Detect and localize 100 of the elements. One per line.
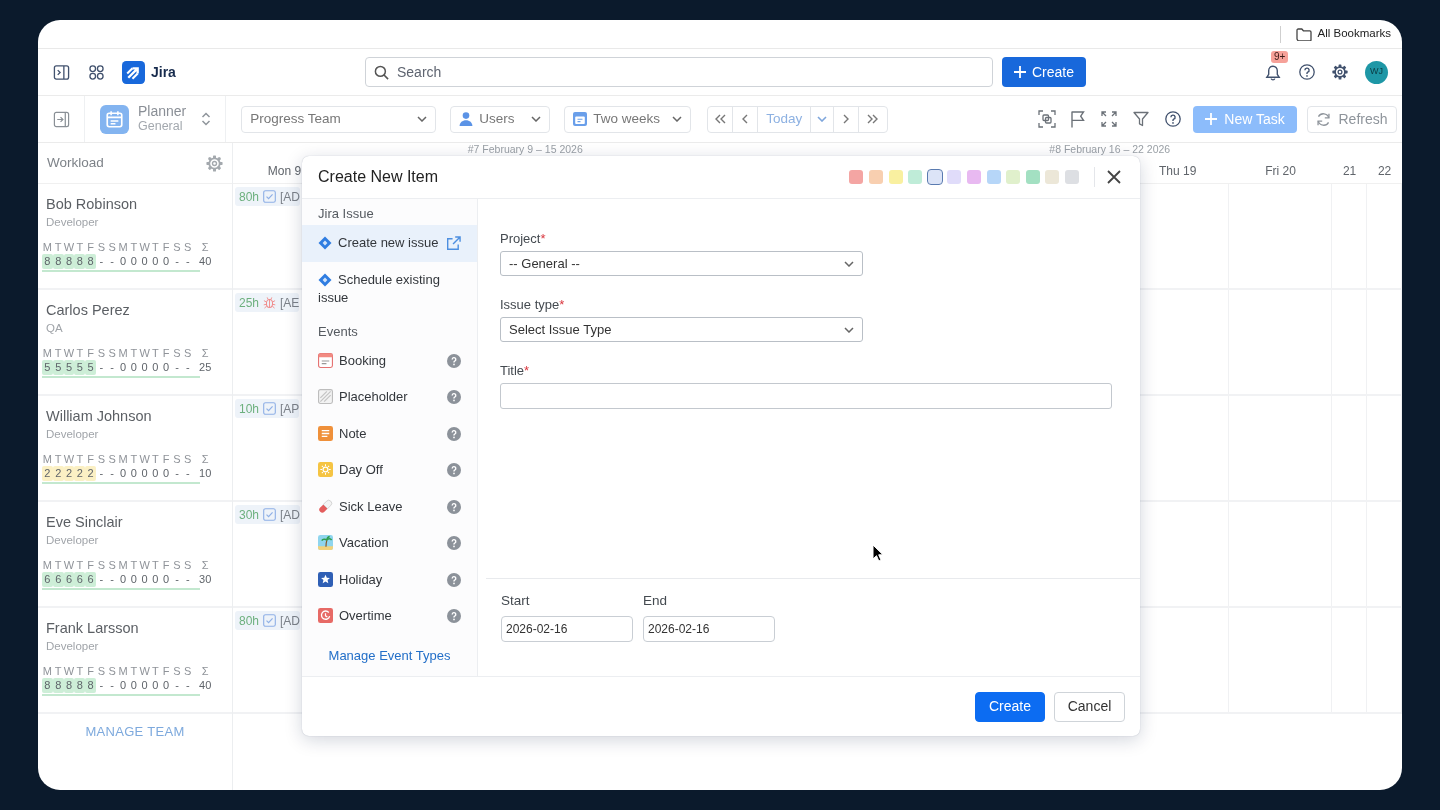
task-key: [AD	[280, 611, 301, 630]
date-field[interactable]: 2026-02-16	[643, 616, 775, 642]
person-name[interactable]: Frank Larsson	[46, 619, 228, 637]
dropdown-field[interactable]: Select Issue Type	[500, 317, 863, 342]
task-bar[interactable]: 30h [AD	[235, 505, 301, 524]
day-letter: S	[107, 453, 117, 466]
event-type-option[interactable]: Booking	[302, 342, 477, 379]
task-bar[interactable]: 25h [AE	[235, 293, 300, 312]
flag-icon[interactable]	[1070, 110, 1086, 128]
bell-icon[interactable]	[1265, 64, 1281, 81]
event-type-option[interactable]: Day Off	[302, 452, 477, 489]
users-select[interactable]: Users	[450, 105, 551, 133]
help-icon[interactable]	[1299, 64, 1315, 80]
focus-frame-icon[interactable]	[1038, 110, 1056, 128]
day-letter: T	[129, 347, 139, 360]
panel-expand-icon[interactable]	[53, 110, 70, 128]
diamond-icon	[318, 236, 332, 250]
day-hours: 0	[151, 466, 160, 481]
checkbox-icon	[263, 402, 277, 415]
day-hours: -	[174, 254, 180, 269]
person-name[interactable]: Bob Robinson	[46, 195, 228, 213]
switch-chevrons-icon[interactable]	[201, 111, 212, 127]
day-hours: 8	[63, 254, 75, 269]
task-bar[interactable]: 10h [AP	[235, 399, 300, 418]
day-letter: T	[129, 559, 139, 572]
day-letter: W	[139, 241, 150, 254]
color-swatch[interactable]	[1065, 170, 1079, 184]
clock-icon	[318, 608, 333, 623]
day-letter: S	[96, 347, 107, 360]
color-swatch[interactable]	[986, 170, 1001, 184]
event-type-option[interactable]: Sick Leave	[302, 488, 477, 525]
color-swatch[interactable]	[927, 170, 942, 184]
day-letter: T	[129, 241, 139, 254]
task-bar[interactable]: 80h [AD	[235, 187, 301, 206]
task-bar[interactable]: 80h [AD	[235, 611, 301, 630]
fullscreen-icon[interactable]	[1101, 111, 1117, 127]
issue-option[interactable]: Schedule existing issue	[302, 261, 477, 317]
event-type-option[interactable]: Vacation	[302, 525, 477, 562]
create-button[interactable]: Create	[1002, 57, 1086, 87]
issue-option[interactable]: Create new issue	[302, 225, 477, 262]
create-button[interactable]: Create	[975, 691, 1045, 722]
team-select[interactable]: Progress Team	[241, 105, 437, 133]
title-field[interactable]	[500, 383, 1112, 409]
event-type-option[interactable]: Placeholder	[302, 379, 477, 416]
day-hours: -	[109, 360, 115, 375]
event-type-option[interactable]: Holiday	[302, 561, 477, 598]
color-swatch[interactable]	[888, 170, 903, 184]
color-swatch[interactable]	[1045, 170, 1060, 184]
day-label: 21	[1342, 164, 1357, 178]
day-hours: 6	[52, 572, 64, 587]
color-swatch[interactable]	[849, 170, 864, 184]
field-label: Project*	[500, 231, 547, 247]
person-name[interactable]: Carlos Perez	[46, 301, 228, 319]
help-icon[interactable]	[1165, 111, 1181, 127]
filter-icon[interactable]	[1133, 111, 1149, 127]
day-hours: 0	[140, 360, 149, 375]
task-hours: 80h	[239, 612, 260, 630]
app-grid-icon[interactable]	[89, 64, 104, 80]
color-swatch[interactable]	[1025, 170, 1040, 184]
manage-event-types-link[interactable]: Manage Event Types	[302, 634, 477, 676]
day-letter: T	[75, 559, 85, 572]
date-field[interactable]: 2026-02-16	[501, 616, 633, 642]
color-swatch[interactable]	[869, 170, 884, 184]
day-letter: F	[86, 559, 95, 572]
day-hours: 2	[52, 466, 64, 481]
person-name[interactable]: William Johnson	[46, 407, 228, 425]
color-swatch[interactable]	[908, 170, 923, 184]
planner-title[interactable]: Planner	[138, 104, 187, 119]
day-letter: S	[107, 559, 117, 572]
search-field[interactable]: Search	[365, 57, 993, 87]
day-letter: S	[183, 665, 193, 678]
day-letter: T	[53, 559, 63, 572]
day-hours: -	[174, 678, 180, 693]
field-label: Start	[501, 593, 531, 609]
plus-icon	[1205, 113, 1218, 125]
range-select[interactable]: Two weeks	[564, 105, 692, 133]
dropdown-field[interactable]: -- General --	[500, 251, 863, 276]
day-letter: S	[172, 347, 182, 360]
settings-icon[interactable]	[1332, 64, 1348, 80]
sidebar-toggle-icon[interactable]	[53, 63, 70, 81]
bookmarks-link[interactable]: All Bookmarks	[1317, 25, 1391, 43]
day-hours: 5	[42, 360, 53, 375]
external-link-icon[interactable]	[446, 236, 461, 251]
event-type-option[interactable]: Overtime	[302, 598, 477, 635]
user-avatar[interactable]: WJ	[1365, 60, 1388, 84]
day-letter: T	[151, 453, 160, 466]
event-type-option[interactable]: Note	[302, 415, 477, 452]
close-icon[interactable]	[1107, 170, 1121, 184]
day-hours: 8	[74, 678, 86, 693]
color-swatch[interactable]	[967, 170, 982, 184]
day-letter: T	[129, 453, 139, 466]
color-swatch[interactable]	[1006, 170, 1021, 184]
day-hours: -	[174, 466, 180, 481]
day-letter: W	[139, 665, 150, 678]
app-name[interactable]: Jira	[151, 61, 176, 83]
cancel-button[interactable]: Cancel	[1054, 691, 1125, 722]
day-hours: -	[184, 466, 191, 481]
sum-sign: Σ	[200, 347, 210, 360]
color-swatch[interactable]	[947, 170, 962, 184]
person-name[interactable]: Eve Sinclair	[46, 513, 228, 531]
